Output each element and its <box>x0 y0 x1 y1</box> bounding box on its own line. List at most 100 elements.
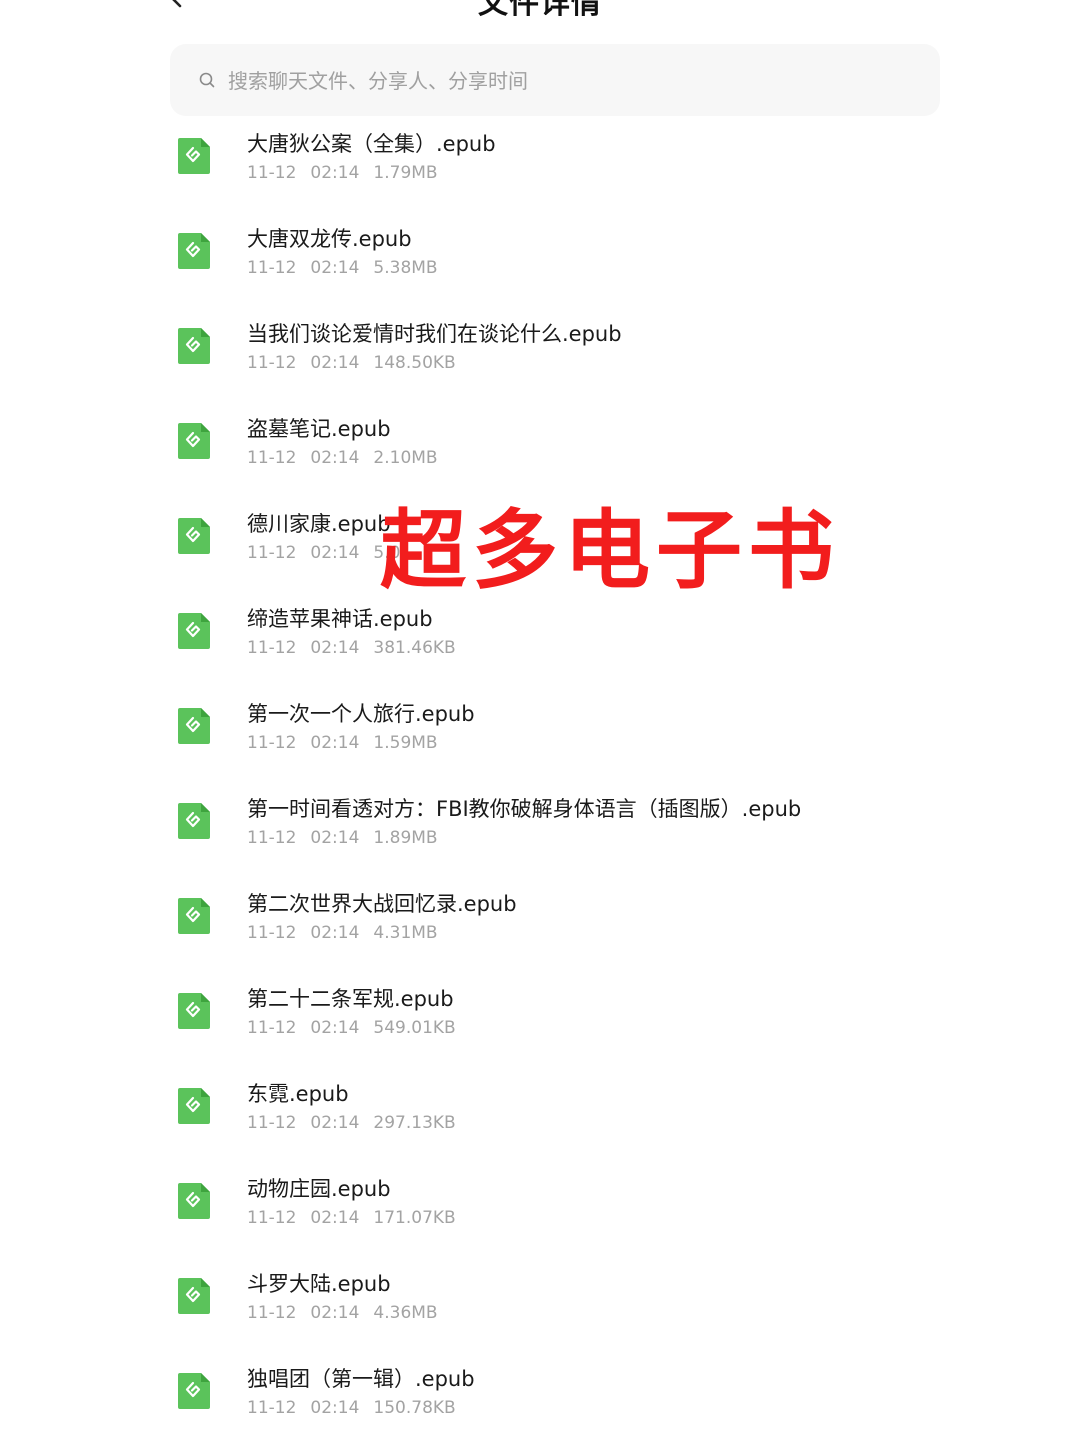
file-date: 11-12 <box>247 828 297 848</box>
file-time: 02:14 <box>310 1398 360 1418</box>
file-meta: 11-12 02:14 171.07KB <box>247 1208 456 1228</box>
epub-file-icon <box>178 1373 210 1409</box>
file-size: 1.79MB <box>373 163 438 183</box>
file-time: 02:14 <box>310 1303 360 1323</box>
file-size: 549.01KB <box>373 1018 456 1038</box>
file-list-item[interactable]: 缔造苹果神话.epub 11-12 02:14 381.46KB <box>170 593 970 688</box>
file-list-item[interactable]: 第二次世界大战回忆录.epub 11-12 02:14 4.31MB <box>170 878 970 973</box>
file-list-item[interactable]: 盗墓笔记.epub 11-12 02:14 2.10MB <box>170 403 970 498</box>
file-meta: 11-12 02:14 381.46KB <box>247 638 456 658</box>
file-name: 大唐狄公案（全集）.epub <box>247 132 496 156</box>
epub-file-icon <box>178 803 210 839</box>
file-date: 11-12 <box>247 923 297 943</box>
file-meta: 11-12 02:14 4.36MB <box>247 1303 438 1323</box>
file-meta: 11-12 02:14 5.38MB <box>247 258 438 278</box>
file-time: 02:14 <box>310 163 360 183</box>
file-list-item[interactable]: 独唱团（第一辑）.epub 11-12 02:14 150.78KB <box>170 1353 970 1440</box>
file-date: 11-12 <box>247 733 297 753</box>
file-date: 11-12 <box>247 1018 297 1038</box>
file-time: 02:14 <box>310 638 360 658</box>
file-date: 11-12 <box>247 1208 297 1228</box>
epub-file-icon <box>178 613 210 649</box>
file-size: 5.38MB <box>373 258 438 278</box>
file-name: 第二次世界大战回忆录.epub <box>247 892 517 916</box>
epub-file-icon <box>178 518 210 554</box>
file-list-item[interactable]: 东霓.epub 11-12 02:14 297.13KB <box>170 1068 970 1163</box>
file-size: 148.50KB <box>373 353 456 373</box>
file-time: 02:14 <box>310 543 360 563</box>
file-size: 1.89MB <box>373 828 438 848</box>
file-list-item[interactable]: 大唐双龙传.epub 11-12 02:14 5.38MB <box>170 213 970 308</box>
file-time: 02:14 <box>310 1018 360 1038</box>
overlay-banner-text: 超多电子书 <box>380 501 840 601</box>
epub-file-icon <box>178 993 210 1029</box>
file-time: 02:14 <box>310 1208 360 1228</box>
epub-file-icon <box>178 233 210 269</box>
file-time: 02:14 <box>310 258 360 278</box>
file-meta: 11-12 02:14 5.0 <box>247 543 400 563</box>
file-name: 德川家康.epub <box>247 512 391 536</box>
file-name: 动物庄园.epub <box>247 1177 391 1201</box>
file-name: 独唱团（第一辑）.epub <box>247 1367 475 1391</box>
file-time: 02:14 <box>310 733 360 753</box>
file-list-item[interactable]: 动物庄园.epub 11-12 02:14 171.07KB <box>170 1163 970 1258</box>
file-size: 150.78KB <box>373 1398 456 1418</box>
file-meta: 11-12 02:14 150.78KB <box>247 1398 456 1418</box>
file-name: 盗墓笔记.epub <box>247 417 391 441</box>
file-time: 02:14 <box>310 448 360 468</box>
file-name: 当我们谈论爱情时我们在谈论什么.epub <box>247 322 622 346</box>
epub-file-icon <box>178 1183 210 1219</box>
file-date: 11-12 <box>247 543 297 563</box>
file-size: 4.31MB <box>373 923 438 943</box>
file-size: 171.07KB <box>373 1208 456 1228</box>
file-name: 第二十二条军规.epub <box>247 987 454 1011</box>
file-details-page: 文件详情 大唐狄公案（全集）.epub 11-12 02:14 1.79MB 大唐双龙传… <box>0 0 1080 1440</box>
file-name: 斗罗大陆.epub <box>247 1272 391 1296</box>
file-date: 11-12 <box>247 1113 297 1133</box>
file-time: 02:14 <box>310 1113 360 1133</box>
epub-file-icon <box>178 898 210 934</box>
file-date: 11-12 <box>247 1303 297 1323</box>
file-list-item[interactable]: 斗罗大陆.epub 11-12 02:14 4.36MB <box>170 1258 970 1353</box>
file-size: 297.13KB <box>373 1113 456 1133</box>
search-input[interactable] <box>226 58 910 104</box>
file-meta: 11-12 02:14 1.79MB <box>247 163 438 183</box>
file-name: 缔造苹果神话.epub <box>247 607 433 631</box>
file-date: 11-12 <box>247 448 297 468</box>
file-meta: 11-12 02:14 4.31MB <box>247 923 438 943</box>
file-date: 11-12 <box>247 1398 297 1418</box>
file-name: 第一次一个人旅行.epub <box>247 702 475 726</box>
file-list-item[interactable]: 当我们谈论爱情时我们在谈论什么.epub 11-12 02:14 148.50KB <box>170 308 970 403</box>
file-size: 2.10MB <box>373 448 438 468</box>
file-time: 02:14 <box>310 353 360 373</box>
file-meta: 11-12 02:14 148.50KB <box>247 353 456 373</box>
epub-file-icon <box>178 138 210 174</box>
file-time: 02:14 <box>310 923 360 943</box>
file-size: 4.36MB <box>373 1303 438 1323</box>
file-date: 11-12 <box>247 353 297 373</box>
file-list-item[interactable]: 第一时间看透对方：FBI教你破解身体语言（插图版）.epub 11-12 02:14… <box>170 783 970 878</box>
epub-file-icon <box>178 1088 210 1124</box>
file-list-item[interactable]: 大唐狄公案（全集）.epub 11-12 02:14 1.79MB <box>170 118 970 213</box>
epub-file-icon <box>178 328 210 364</box>
file-date: 11-12 <box>247 258 297 278</box>
file-time: 02:14 <box>310 828 360 848</box>
file-meta: 11-12 02:14 1.89MB <box>247 828 438 848</box>
search-bar[interactable] <box>170 44 940 116</box>
file-list-item[interactable]: 第一次一个人旅行.epub 11-12 02:14 1.59MB <box>170 688 970 783</box>
file-size: 1.59MB <box>373 733 438 753</box>
top-nav-bar: 文件详情 <box>0 0 1080 30</box>
file-meta: 11-12 02:14 549.01KB <box>247 1018 456 1038</box>
epub-file-icon <box>178 423 210 459</box>
file-meta: 11-12 02:14 297.13KB <box>247 1113 456 1133</box>
file-name: 大唐双龙传.epub <box>247 227 412 251</box>
file-meta: 11-12 02:14 1.59MB <box>247 733 438 753</box>
file-list-item[interactable]: 第二十二条军规.epub 11-12 02:14 549.01KB <box>170 973 970 1068</box>
search-icon <box>199 72 215 88</box>
file-size: 381.46KB <box>373 638 456 658</box>
file-name: 东霓.epub <box>247 1082 349 1106</box>
file-list: 大唐狄公案（全集）.epub 11-12 02:14 1.79MB 大唐双龙传.epub… <box>170 118 970 1440</box>
epub-file-icon <box>178 1278 210 1314</box>
file-date: 11-12 <box>247 638 297 658</box>
file-meta: 11-12 02:14 2.10MB <box>247 448 438 468</box>
